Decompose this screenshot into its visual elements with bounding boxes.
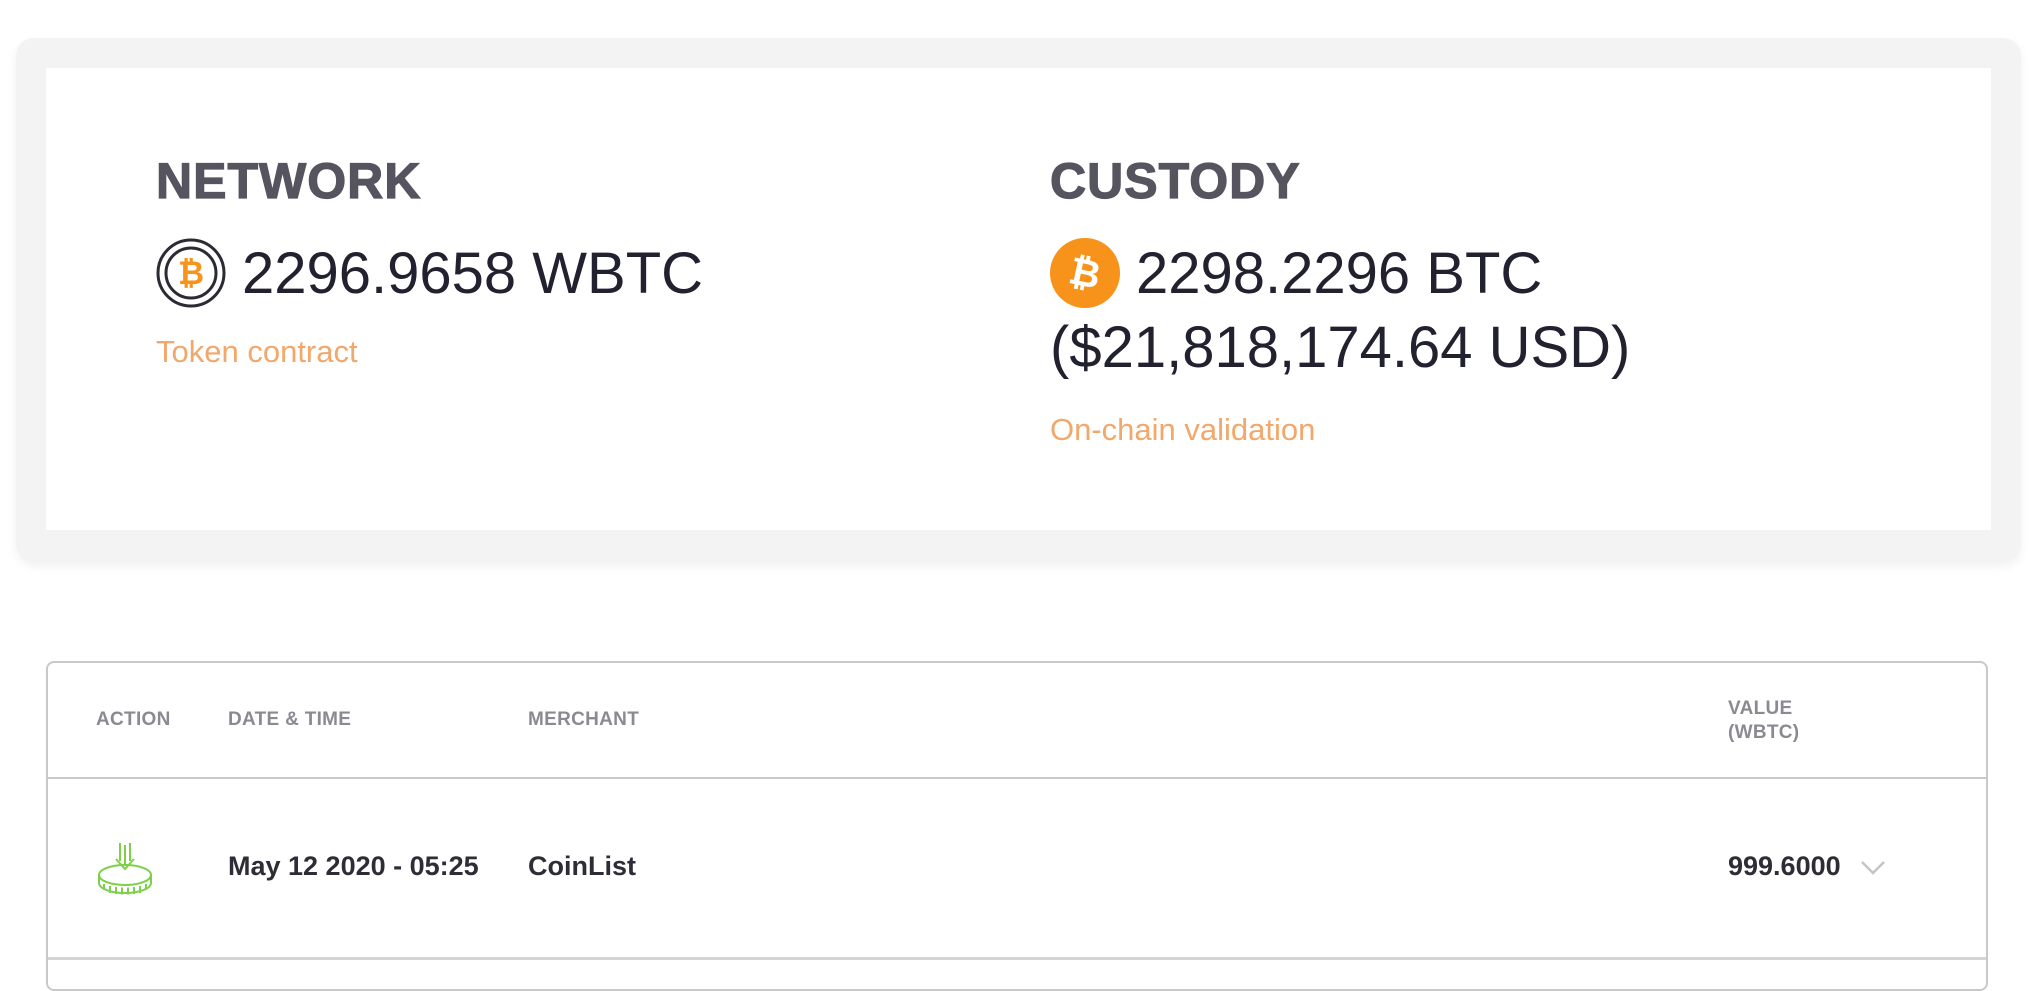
- column-header-value-unit: (WBTC): [1728, 722, 1800, 743]
- custody-btc-amount: 2298.2296 BTC: [1136, 240, 1543, 306]
- column-header-value-label: VALUE: [1728, 698, 1793, 719]
- supply-summary-content: NETWORK ₿ 2296.9658 WBTC Token contract …: [46, 68, 1991, 530]
- network-supply-amount: 2296.9658 WBTC: [242, 240, 704, 306]
- column-header-value: VALUE (WBTC): [1728, 697, 1868, 745]
- btc-coin-icon: ₿: [1050, 238, 1120, 308]
- wbtc-coin-icon: ₿: [156, 238, 226, 308]
- network-heading: NETWORK: [155, 152, 422, 209]
- network-amount-row: ₿ 2296.9658 WBTC: [156, 238, 703, 308]
- row-value: 999.6000: [1728, 851, 1841, 881]
- column-header-merchant: MERCHANT: [528, 709, 640, 730]
- column-header-action: ACTION: [96, 709, 171, 730]
- row-date-time: May 12 2020 - 05:25: [228, 851, 479, 881]
- chevron-down-icon[interactable]: [1860, 859, 1886, 877]
- table-header: ACTION DATE & TIME MERCHANT VALUE (WBTC): [48, 663, 1986, 779]
- transactions-table: ACTION DATE & TIME MERCHANT VALUE (WBTC)…: [46, 661, 1988, 991]
- column-header-date-time: DATE & TIME: [228, 709, 352, 730]
- supply-summary-card: NETWORK ₿ 2296.9658 WBTC Token contract …: [16, 38, 2021, 562]
- custody-amount-row: ₿ 2298.2296 BTC: [1050, 238, 1542, 308]
- svg-text:₿: ₿: [178, 254, 204, 292]
- row-merchant: CoinList: [528, 851, 636, 881]
- custody-usd-value: ($21,818,174.64 USD): [1050, 315, 1631, 380]
- on-chain-validation-link[interactable]: On-chain validation: [1050, 412, 1315, 448]
- custody-heading: CUSTODY: [1049, 152, 1301, 209]
- mint-coin-icon: [98, 843, 152, 895]
- token-contract-link[interactable]: Token contract: [156, 334, 358, 370]
- table-row[interactable]: May 12 2020 - 05:25 CoinList 999.6000: [48, 779, 1986, 960]
